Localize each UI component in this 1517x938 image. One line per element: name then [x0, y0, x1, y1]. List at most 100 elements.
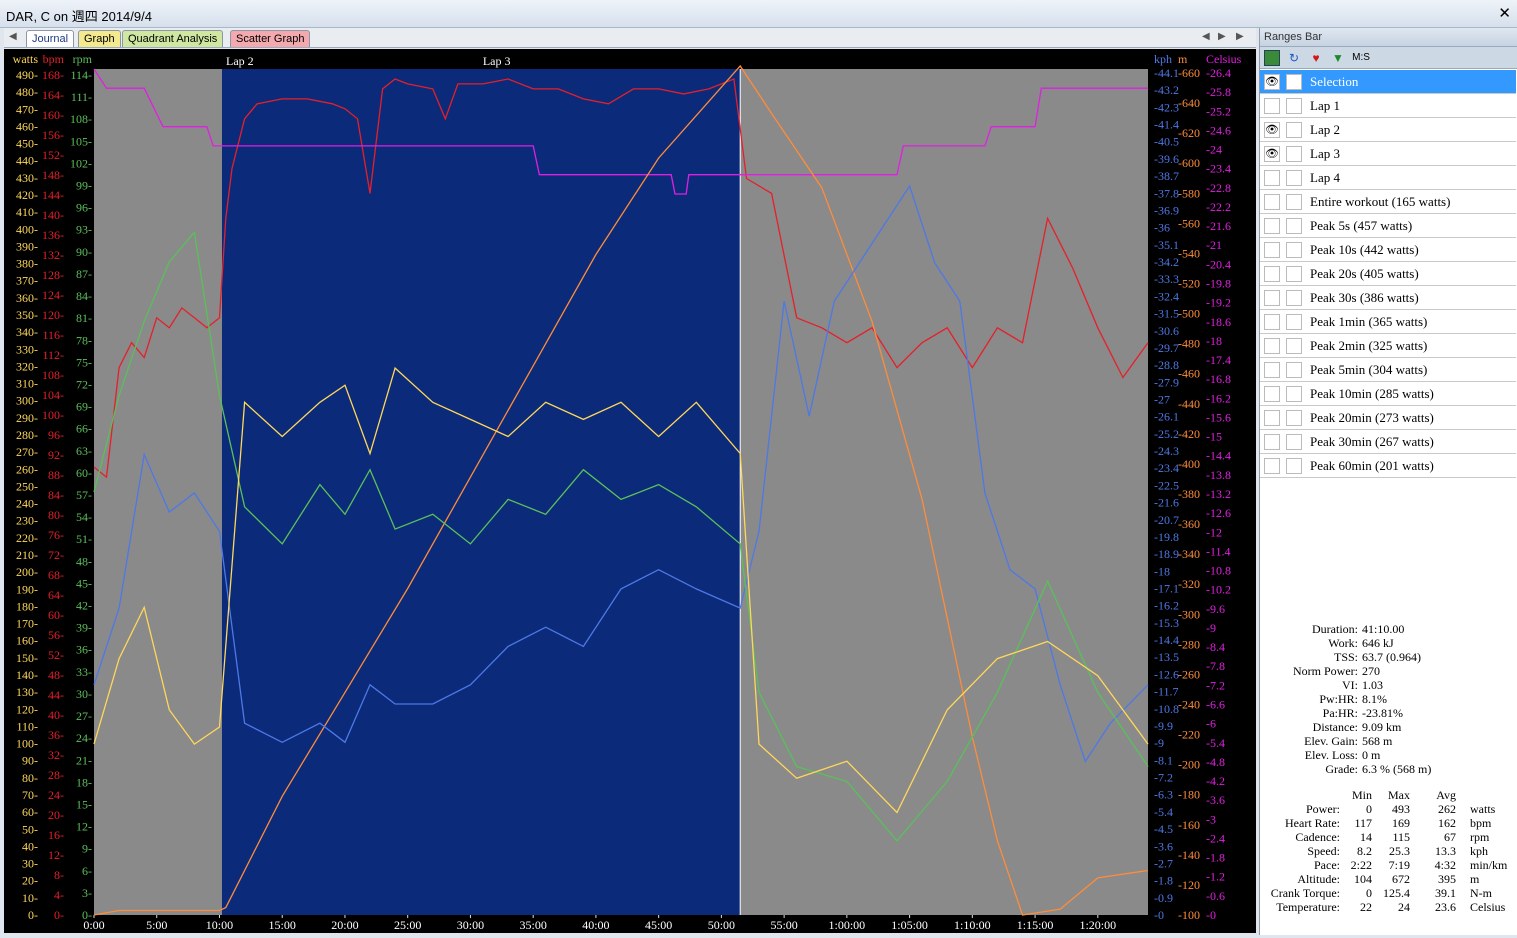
eye-icon[interactable]: [1264, 314, 1280, 330]
range-item[interactable]: Peak 1min (365 watts): [1260, 310, 1516, 334]
range-item[interactable]: Peak 20min (273 watts): [1260, 406, 1516, 430]
axis-tick-watts: 270-: [16, 445, 38, 459]
range-checkbox[interactable]: [1286, 314, 1302, 330]
axis-tick-watts: 420-: [16, 188, 38, 202]
tab-scatter-graph[interactable]: Scatter Graph: [230, 30, 311, 47]
axis-tick-watts: 190-: [16, 582, 38, 596]
eye-icon[interactable]: [1264, 170, 1280, 186]
axis-tick-m: -480: [1178, 337, 1200, 351]
range-checkbox[interactable]: [1286, 74, 1302, 90]
next-tab-arrow-icon[interactable]: ▶: [1218, 31, 1226, 42]
eye-icon[interactable]: 👁: [1264, 146, 1280, 162]
range-item[interactable]: Peak 10min (285 watts): [1260, 382, 1516, 406]
range-checkbox[interactable]: [1286, 218, 1302, 234]
picture-icon[interactable]: [1264, 50, 1280, 66]
range-item[interactable]: 👁 Lap 3: [1260, 142, 1516, 166]
min-max-row: Cadence: 14 115 67 rpm: [1260, 830, 1516, 844]
range-checkbox[interactable]: [1286, 410, 1302, 426]
axis-tick-bpm: 112-: [42, 348, 64, 362]
min-max-avg: 23.6: [1435, 900, 1456, 914]
time-tick-label: 25:00: [394, 918, 421, 932]
range-item[interactable]: Lap 4: [1260, 166, 1516, 190]
minutes-seconds-toggle[interactable]: M:S: [1350, 50, 1372, 66]
range-checkbox[interactable]: [1286, 146, 1302, 162]
min-max-key: Power:: [1306, 802, 1340, 816]
range-item[interactable]: 👁 Lap 2: [1260, 118, 1516, 142]
summary-row: Distance: 9.09 km: [1260, 720, 1516, 734]
range-checkbox[interactable]: [1286, 194, 1302, 210]
min-max-min: 22: [1360, 900, 1372, 914]
range-checkbox[interactable]: [1286, 386, 1302, 402]
range-item[interactable]: Peak 5min (304 watts): [1260, 358, 1516, 382]
axis-tick-rpm: 6-: [82, 864, 92, 878]
first-tab-arrow-icon[interactable]: ◀: [9, 31, 17, 42]
axis-tick-watts: 210-: [16, 548, 38, 562]
axis-tick-rpm: 114-: [70, 68, 92, 82]
range-checkbox[interactable]: [1286, 170, 1302, 186]
range-checkbox[interactable]: [1286, 242, 1302, 258]
eye-icon[interactable]: [1264, 266, 1280, 282]
range-item[interactable]: Entire workout (165 watts): [1260, 190, 1516, 214]
range-checkbox[interactable]: [1286, 362, 1302, 378]
eye-icon[interactable]: 👁: [1264, 122, 1280, 138]
range-checkbox[interactable]: [1286, 290, 1302, 306]
eye-icon[interactable]: [1264, 242, 1280, 258]
tab-journal[interactable]: Journal: [26, 30, 75, 47]
axis-tick-kph: -24.3: [1154, 444, 1179, 458]
range-item[interactable]: Peak 5s (457 watts): [1260, 214, 1516, 238]
axis-tick-watts: 110-: [16, 719, 38, 733]
range-checkbox[interactable]: [1286, 458, 1302, 474]
axis-tick-rpm: 84-: [76, 289, 92, 303]
eye-icon[interactable]: [1264, 458, 1280, 474]
close-button[interactable]: ✕: [1498, 4, 1511, 22]
eye-icon[interactable]: [1264, 218, 1280, 234]
range-checkbox[interactable]: [1286, 98, 1302, 114]
axis-label-kph: kph: [1154, 52, 1172, 66]
summary-value: 6.3 % (568 m): [1362, 762, 1432, 776]
axis-label-watts: watts: [13, 52, 39, 66]
last-tab-arrow-icon[interactable]: ▶: [1236, 31, 1244, 42]
range-item[interactable]: Lap 1: [1260, 94, 1516, 118]
axis-tick-rpm: 60-: [76, 466, 92, 480]
tab-quadrant-analysis[interactable]: Quadrant Analysis: [122, 30, 224, 47]
summary-row: Grade: 6.3 % (568 m): [1260, 762, 1516, 776]
min-max-avg: 4:32: [1434, 858, 1456, 872]
axis-tick-celsius: -22.2: [1206, 200, 1231, 214]
axis-tick-bpm: 96-: [48, 428, 64, 442]
eye-icon[interactable]: [1264, 338, 1280, 354]
heart-icon[interactable]: ♥: [1308, 50, 1324, 66]
min-max-key: Heart Rate:: [1285, 816, 1340, 830]
eye-icon[interactable]: [1264, 434, 1280, 450]
tab-graph[interactable]: Graph: [78, 30, 121, 47]
range-item[interactable]: Peak 30min (267 watts): [1260, 430, 1516, 454]
down-arrow-icon[interactable]: ▼: [1330, 50, 1346, 66]
selection-band[interactable]: [221, 69, 741, 915]
prev-tab-arrow-icon[interactable]: ◀: [1202, 31, 1210, 42]
eye-icon[interactable]: [1264, 290, 1280, 306]
axis-tick-bpm: 140-: [42, 208, 64, 222]
range-item[interactable]: Peak 30s (386 watts): [1260, 286, 1516, 310]
range-checkbox[interactable]: [1286, 434, 1302, 450]
axis-tick-rpm: 48-: [76, 554, 92, 568]
range-checkbox[interactable]: [1286, 266, 1302, 282]
min-max-key: Cadence:: [1295, 830, 1340, 844]
axis-tick-watts: 150-: [16, 651, 38, 665]
axis-tick-watts: 50-: [22, 822, 38, 836]
range-item[interactable]: Peak 20s (405 watts): [1260, 262, 1516, 286]
range-item[interactable]: Peak 60min (201 watts): [1260, 454, 1516, 478]
eye-icon[interactable]: [1264, 362, 1280, 378]
eye-icon[interactable]: [1264, 410, 1280, 426]
range-item[interactable]: Peak 2min (325 watts): [1260, 334, 1516, 358]
refresh-icon[interactable]: ↻: [1286, 50, 1302, 66]
range-item[interactable]: 👁 Selection: [1260, 70, 1516, 94]
eye-icon[interactable]: [1264, 98, 1280, 114]
axis-tick-watts: 470-: [16, 102, 38, 116]
range-checkbox[interactable]: [1286, 122, 1302, 138]
workout-graph[interactable]: Lap 2 Lap 3 watts 490- 480- 470- 460- 450- 440- 4…: [4, 49, 1256, 933]
eye-icon[interactable]: [1264, 386, 1280, 402]
range-item[interactable]: Peak 10s (442 watts): [1260, 238, 1516, 262]
eye-icon[interactable]: [1264, 194, 1280, 210]
graph-canvas[interactable]: Lap 2 Lap 3 watts 490- 480- 470- 460- 450- 440- 4…: [4, 49, 1256, 933]
range-checkbox[interactable]: [1286, 338, 1302, 354]
eye-icon[interactable]: 👁: [1264, 74, 1280, 90]
